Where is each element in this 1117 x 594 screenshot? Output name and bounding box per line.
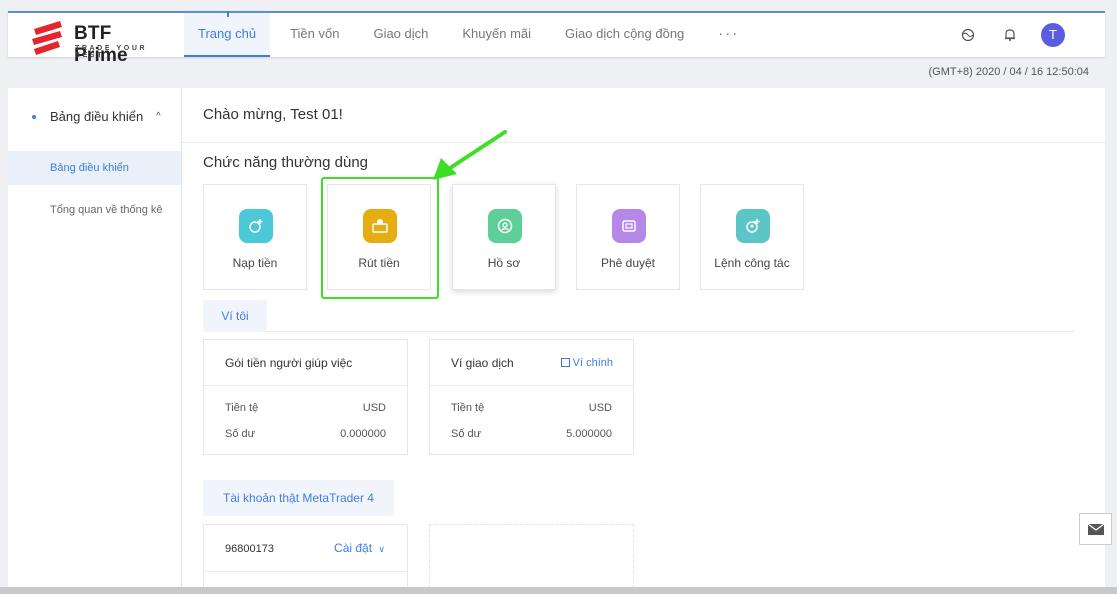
logo-mark-icon [32,21,62,55]
profile-icon [488,209,522,243]
chevron-down-icon: ∨ [378,544,385,554]
main-wallet-link[interactable]: Ví chính [560,357,613,369]
chevron-up-icon: ^ [156,111,161,122]
wallet-card-trading: Ví giao dịch Ví chính Tiền tệ USD Số dư … [429,339,634,455]
bottom-scroll-strip [0,587,1117,594]
tab-my-wallet[interactable]: Ví tôi [203,300,267,332]
main-content: Chào mừng, Test 01! Chức năng thường dùn… [181,88,1106,594]
account-number: 96800173 [225,543,274,555]
deposit-card[interactable]: Nạp tiền [203,184,307,290]
currency-label: Tiền tệ [225,402,259,414]
divider [204,385,407,386]
nav-item-trading[interactable]: Giao dịch [359,13,442,57]
sidebar-group-dashboard[interactable]: Bảng điều khiển ^ [8,88,181,146]
divider [182,142,1106,143]
balance-label: Số dư [225,428,255,440]
sidebar-item-statistics[interactable]: Tổng quan về thống kê [8,193,181,227]
globe-icon[interactable] [957,24,979,46]
main-nav: Trang chủ Tiền vốn Giao dịch Khuyến mãi … [184,11,759,57]
withdraw-highlight [321,177,439,299]
sidebar: Bảng điều khiển ^ Bảng điều khiển Tổng q… [8,88,181,588]
divider [267,331,1075,332]
bell-icon[interactable] [999,24,1021,46]
divider [204,571,407,572]
message-button[interactable] [1079,513,1112,545]
wallet-title: Ví giao dịch [451,356,514,370]
wallet-icon [560,358,570,367]
tab-mt4-live-account[interactable]: Tài khoản thật MetaTrader 4 [203,480,394,516]
green-arrow-icon [433,130,507,180]
task-icon [736,209,770,243]
server-datetime: (GMT+8) 2020 / 04 / 16 12:50:04 [928,66,1089,78]
currency-value: USD [362,402,386,414]
divider [430,385,633,386]
nav-more-button[interactable]: ··· [704,13,753,57]
mt4-account-card: 96800173 Cài đặt ∨ [203,524,408,594]
balance-label: Số dư [451,428,481,440]
brand-logo[interactable]: BTF Prime TRADE YOUR BEST [30,19,170,66]
nav-item-funds[interactable]: Tiền vốn [276,13,353,57]
balance-value: 5.000000 [566,428,612,440]
profile-label: Hồ sơ [487,256,521,270]
currency-value: USD [588,402,612,414]
account-settings-dropdown[interactable]: Cài đặt ∨ [334,541,385,555]
nav-item-home[interactable]: Trang chủ [184,11,271,57]
user-avatar[interactable]: T [1041,23,1065,47]
sidebar-group-label: Bảng điều khiển [50,109,144,124]
account-settings-label: Cài đặt [334,541,373,555]
task-card[interactable]: Lệnh công tác [700,184,804,290]
balance-value: 0.000000 [340,428,386,440]
brand-tagline: TRADE YOUR BEST [75,45,148,59]
approval-label: Phê duyệt [600,256,656,270]
task-label: Lệnh công tác [714,256,790,270]
approval-icon [612,209,646,243]
profile-card[interactable]: Hồ sơ [452,184,556,290]
wallet-card-helper: Gói tiền người giúp việc Tiền tệ USD Số … [203,339,408,455]
wallet-title: Gói tiền người giúp việc [225,356,353,370]
deposit-icon [239,209,273,243]
currency-label: Tiền tệ [451,402,485,414]
section-title: Chức năng thường dùng [203,154,369,171]
nav-item-community-trading[interactable]: Giao dịch cộng đồng [551,13,698,57]
mail-icon [1087,523,1104,535]
sidebar-item-dashboard[interactable]: Bảng điều khiển [8,151,181,185]
header-actions: T [937,23,1065,47]
bullet-icon [32,115,36,119]
approval-card[interactable]: Phê duyệt [576,184,680,290]
welcome-message: Chào mừng, Test 01! [203,106,343,123]
nav-item-promotions[interactable]: Khuyến mãi [448,13,545,57]
main-wallet-link-label: Ví chính [572,357,613,369]
deposit-label: Nạp tiền [232,256,278,270]
top-navbar: BTF Prime TRADE YOUR BEST Trang chủ Tiền… [8,11,1105,66]
add-account-placeholder[interactable] [429,524,634,594]
